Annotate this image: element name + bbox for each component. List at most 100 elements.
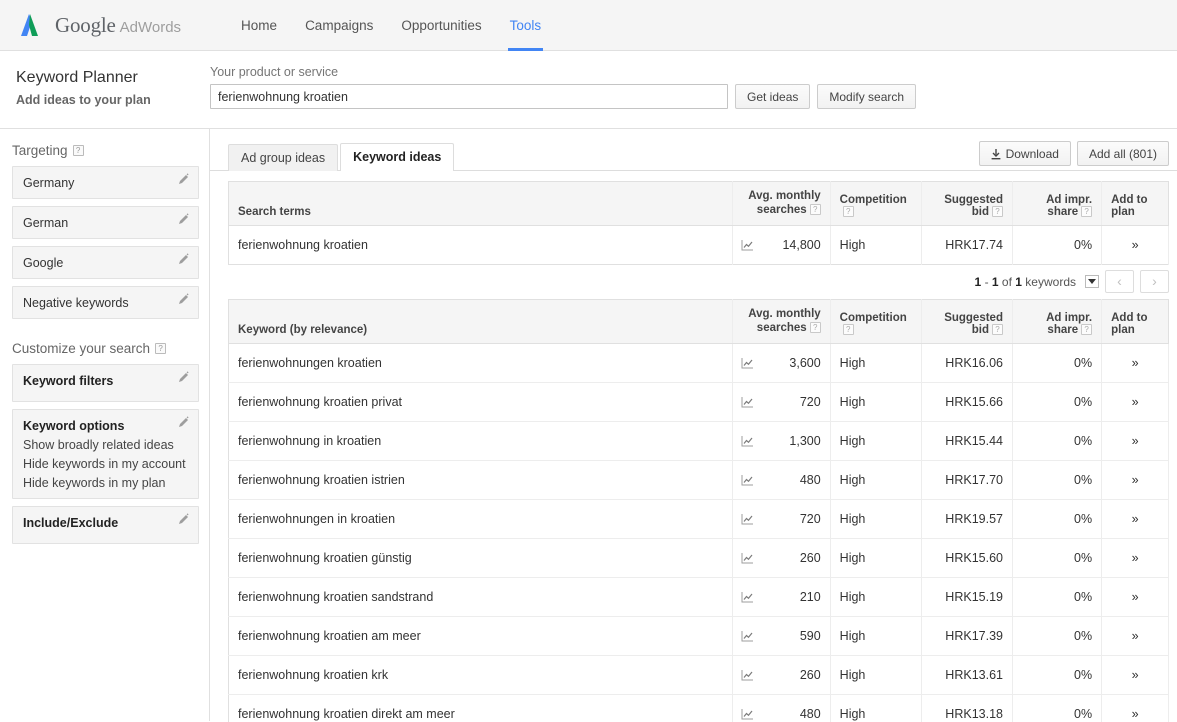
sparkline-chart-icon[interactable] xyxy=(741,396,754,408)
help-icon[interactable]: ? xyxy=(842,205,854,217)
cell-suggested-bid: HRK15.60 xyxy=(921,538,1013,578)
help-icon[interactable]: ? xyxy=(809,204,821,216)
product-or-service-input[interactable] xyxy=(210,84,728,109)
search-field-label: Your product or service xyxy=(210,65,339,79)
sidebar-item-keyword-filters[interactable]: Keyword filters xyxy=(12,364,199,402)
page-title: Keyword Planner xyxy=(16,69,138,86)
sparkline-chart-icon[interactable] xyxy=(741,630,754,642)
pencil-icon[interactable] xyxy=(178,173,190,185)
help-icon[interactable]: ? xyxy=(991,323,1003,335)
cell-searches: 3,600 xyxy=(732,343,831,383)
help-icon[interactable]: ? xyxy=(1081,205,1093,217)
nav-items: Home Campaigns Opportunities Tools xyxy=(227,0,555,51)
sparkline-chart-icon[interactable] xyxy=(741,591,754,603)
table-row: ferienwohnung kroatien direkt am meer 480… xyxy=(228,694,1169,722)
cell-ad-impr-share: 0% xyxy=(1012,421,1103,461)
cell-suggested-bid: HRK17.70 xyxy=(921,460,1013,500)
sparkline-chart-icon[interactable] xyxy=(741,474,754,486)
column-header-suggested-bid[interactable]: Suggested bid? xyxy=(921,181,1013,226)
add-to-plan-button[interactable]: » xyxy=(1101,343,1169,383)
add-to-plan-button[interactable]: » xyxy=(1101,225,1169,265)
pagination-range-end: 1 xyxy=(991,274,999,289)
column-header-avg-monthly-searches[interactable]: Avg. monthly searches? xyxy=(732,181,831,226)
column-header-competition[interactable]: Competition? xyxy=(830,299,922,344)
searches-value: 3,600 xyxy=(789,355,821,370)
add-to-plan-button[interactable]: » xyxy=(1101,382,1169,422)
add-to-plan-button[interactable]: » xyxy=(1101,499,1169,539)
pencil-icon[interactable] xyxy=(178,371,190,383)
cell-ad-impr-share: 0% xyxy=(1012,655,1103,695)
cell-suggested-bid: HRK19.57 xyxy=(921,499,1013,539)
get-ideas-button[interactable]: Get ideas xyxy=(735,84,811,109)
pencil-icon[interactable] xyxy=(178,213,190,225)
sidebar-item-include-exclude[interactable]: Include/Exclude xyxy=(12,506,199,544)
sidebar-item-germany[interactable]: Germany xyxy=(12,166,199,199)
download-button[interactable]: Download xyxy=(978,141,1071,166)
pagination-size-dropdown[interactable] xyxy=(1085,275,1099,289)
sidebar-item-negative-keywords[interactable]: Negative keywords xyxy=(12,286,199,319)
sidebar-item-google[interactable]: Google xyxy=(12,246,199,279)
cell-competition: High xyxy=(830,382,922,422)
cell-keyword: ferienwohnungen kroatien xyxy=(228,343,734,383)
searches-value: 260 xyxy=(799,667,821,682)
cell-suggested-bid: HRK15.66 xyxy=(921,382,1013,422)
sparkline-chart-icon[interactable] xyxy=(741,669,754,681)
add-to-plan-button[interactable]: » xyxy=(1101,460,1169,500)
nav-item-opportunities[interactable]: Opportunities xyxy=(387,0,495,51)
column-header-avg-monthly-searches[interactable]: Avg. monthly searches? xyxy=(732,299,831,344)
customize-search-label: Customize your search xyxy=(12,341,151,356)
add-to-plan-button[interactable]: » xyxy=(1101,655,1169,695)
targeting-help-icon[interactable]: ? xyxy=(72,145,84,156)
help-icon[interactable]: ? xyxy=(842,323,854,335)
column-header-competition[interactable]: Competition? xyxy=(830,181,922,226)
add-to-plan-button[interactable]: » xyxy=(1101,538,1169,578)
sparkline-chart-icon[interactable] xyxy=(741,435,754,447)
column-header-search-terms[interactable]: Search terms xyxy=(228,181,734,226)
sidebar-item-keyword-options[interactable]: Keyword options Show broadly related ide… xyxy=(12,409,199,499)
column-header-ad-impr-share[interactable]: Ad impr. share? xyxy=(1012,181,1103,226)
tab-keyword-ideas[interactable]: Keyword ideas xyxy=(340,143,455,171)
pencil-icon[interactable] xyxy=(178,253,190,265)
column-header-ad-impr-share[interactable]: Ad impr. share? xyxy=(1012,299,1103,344)
add-to-plan-button[interactable]: » xyxy=(1101,694,1169,722)
help-icon[interactable]: ? xyxy=(991,205,1003,217)
help-icon[interactable]: ? xyxy=(809,322,821,334)
nav-item-home[interactable]: Home xyxy=(227,0,291,51)
add-to-plan-button[interactable]: » xyxy=(1101,616,1169,656)
pencil-icon[interactable] xyxy=(178,513,190,525)
cell-ad-impr-share: 0% xyxy=(1012,577,1103,617)
table-header-row: Search terms Avg. monthly searches? Comp… xyxy=(228,181,1169,226)
sparkline-chart-icon[interactable] xyxy=(741,708,754,720)
download-label: Download xyxy=(1005,146,1059,161)
cell-keyword: ferienwohnung in kroatien xyxy=(228,421,734,461)
add-to-plan-button[interactable]: » xyxy=(1101,421,1169,461)
cell-ad-impr-share: 0% xyxy=(1012,343,1103,383)
adwords-logo[interactable]: Google AdWords xyxy=(18,12,181,38)
pencil-icon[interactable] xyxy=(178,293,190,305)
tab-ad-group-ideas[interactable]: Ad group ideas xyxy=(228,144,339,171)
sidebar-item-german[interactable]: German xyxy=(12,206,199,239)
customize-search-help-icon[interactable]: ? xyxy=(155,343,167,354)
sparkline-chart-icon[interactable] xyxy=(741,513,754,525)
sparkline-chart-icon[interactable] xyxy=(741,239,754,251)
pagination-of: of xyxy=(998,274,1016,289)
sparkline-chart-icon[interactable] xyxy=(741,552,754,564)
pagination-next-button[interactable]: › xyxy=(1140,270,1169,294)
table-row: ferienwohnung kroatien krk 260 High HRK13.6… xyxy=(228,655,1169,695)
add-all-button[interactable]: Add all (801) xyxy=(1076,141,1169,166)
pencil-icon[interactable] xyxy=(178,416,190,428)
keyword-option-hide-in-plan: Hide keywords in my plan xyxy=(23,476,166,490)
table-row: ferienwohnung kroatien 14,800 High HRK17… xyxy=(228,225,1169,265)
column-header-suggested-bid[interactable]: Suggested bid? xyxy=(921,299,1013,344)
column-header-keyword-by-relevance[interactable]: Keyword (by relevance) xyxy=(228,299,734,344)
pagination-total: 1 xyxy=(1015,274,1022,289)
nav-item-campaigns[interactable]: Campaigns xyxy=(291,0,387,51)
pagination-prev-button[interactable]: ‹ xyxy=(1105,270,1134,294)
modify-search-button[interactable]: Modify search xyxy=(817,84,917,109)
targeting-section-title: Targeting ? xyxy=(12,143,199,158)
add-to-plan-button[interactable]: » xyxy=(1101,577,1169,617)
nav-item-tools[interactable]: Tools xyxy=(496,0,556,51)
help-icon[interactable]: ? xyxy=(1081,323,1093,335)
sparkline-chart-icon[interactable] xyxy=(741,357,754,369)
cell-ad-impr-share: 0% xyxy=(1012,460,1103,500)
